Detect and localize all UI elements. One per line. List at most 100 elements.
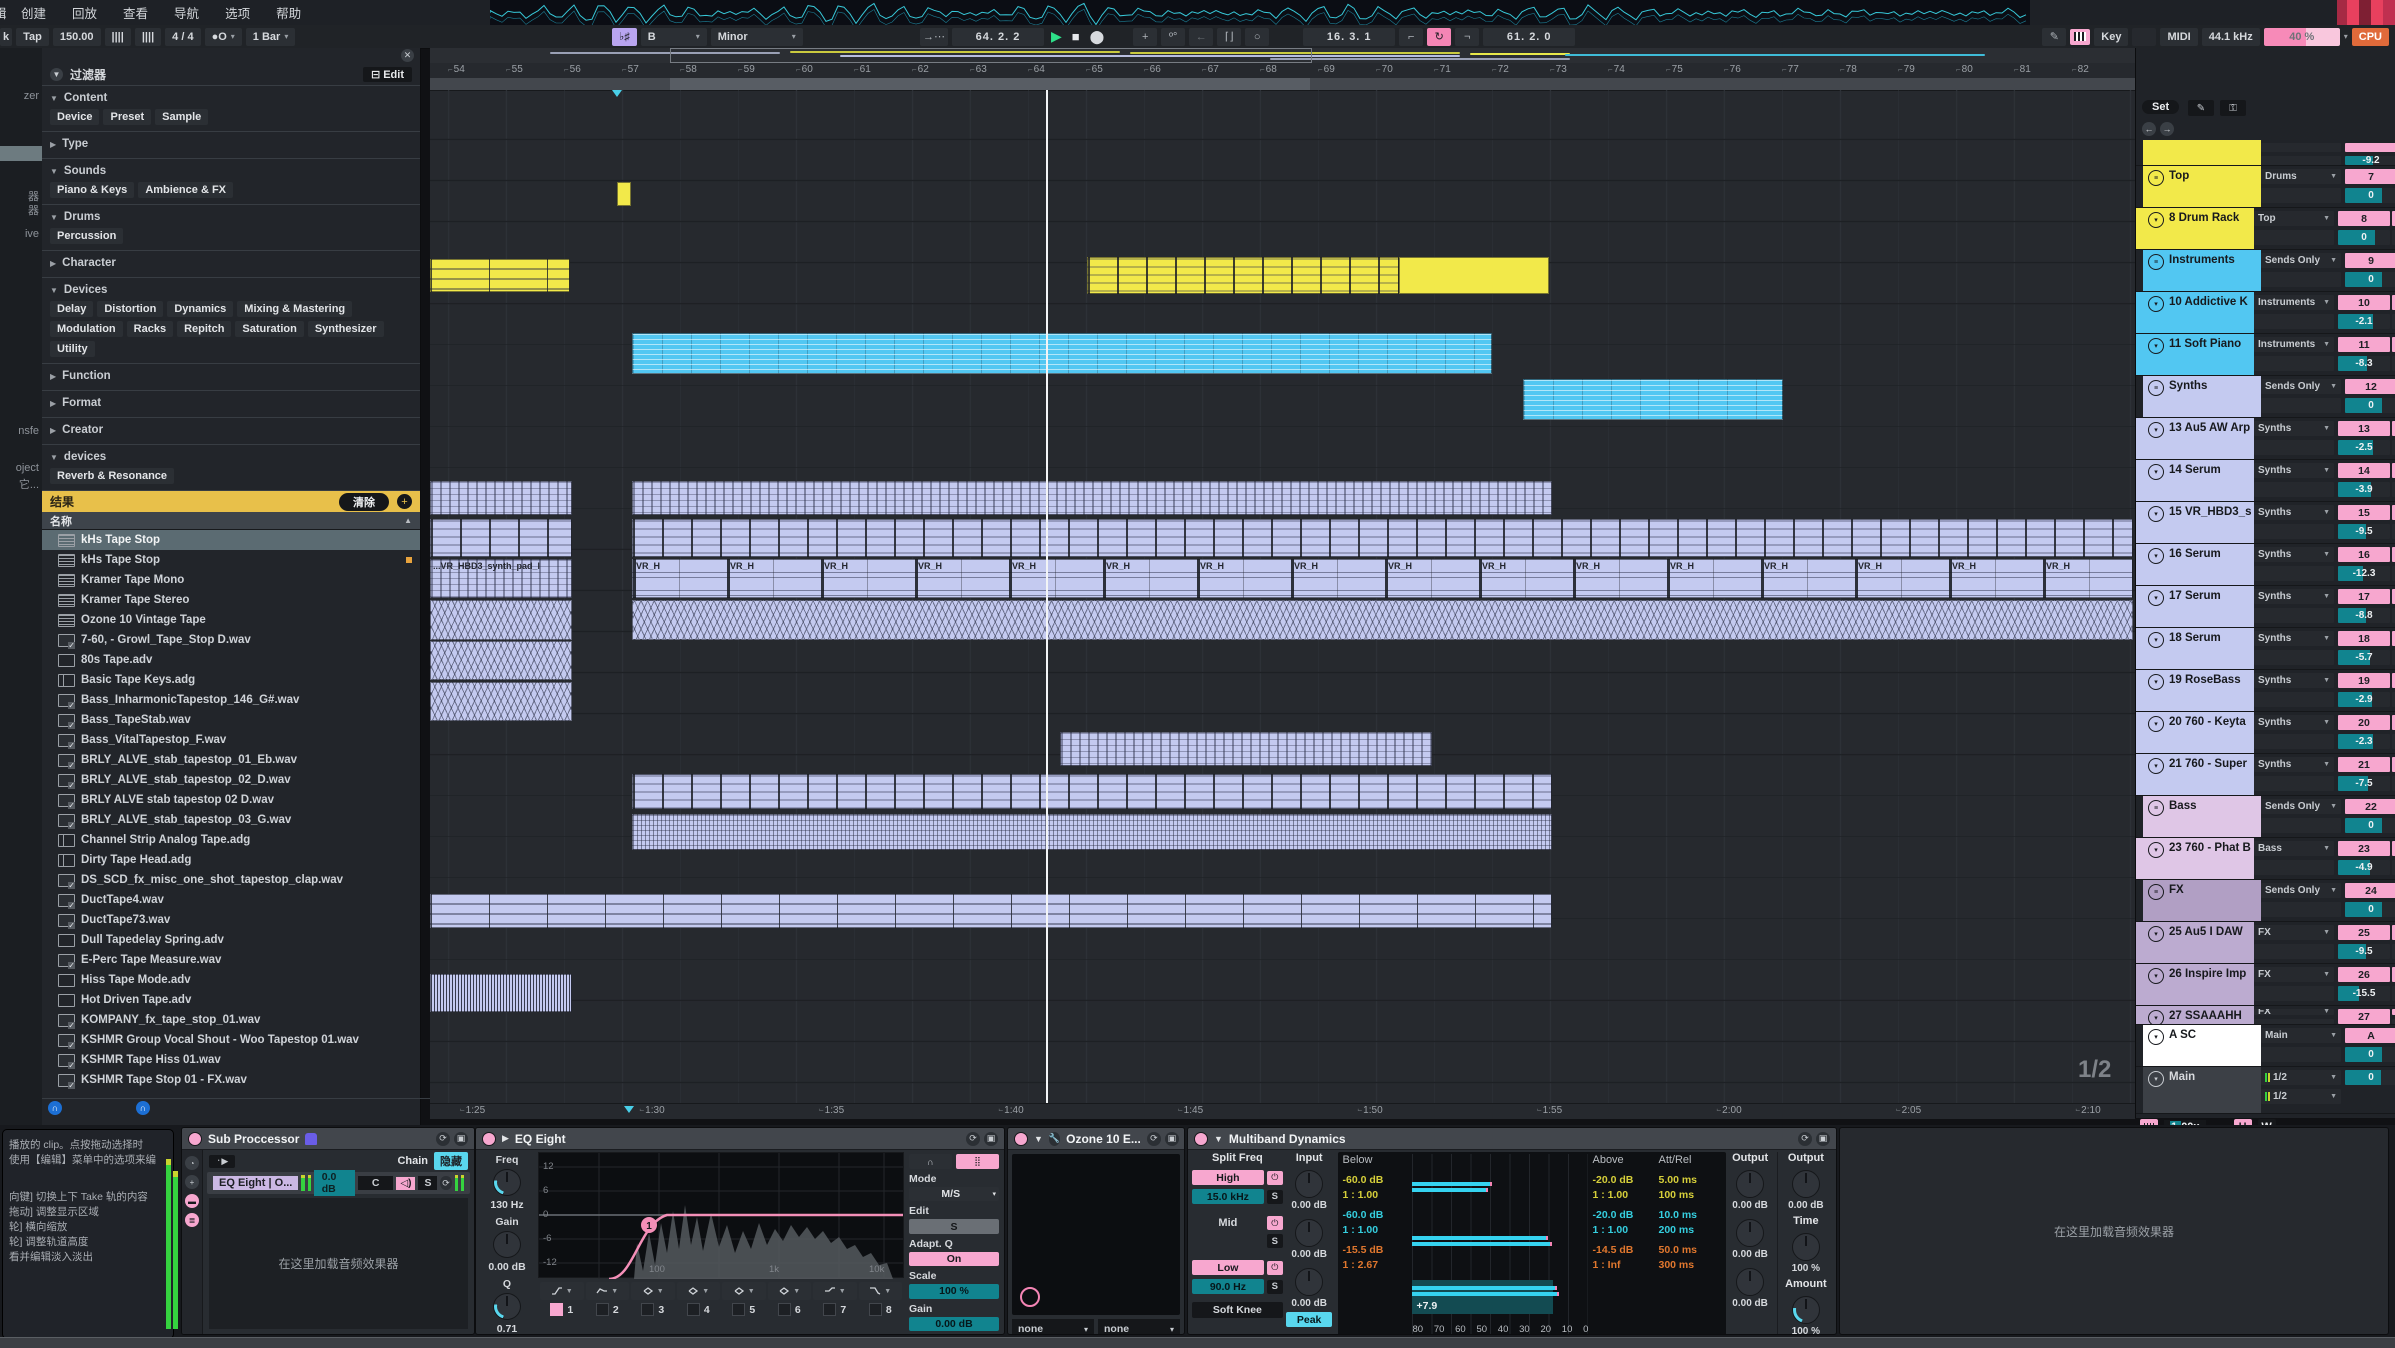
track-row-15 VR_HBD3_s[interactable]: ▾15 VR_HBD3_sSynths▼15-9.5	[2136, 502, 2395, 544]
band-activator-checkbox[interactable]	[778, 1303, 791, 1316]
overview-viewport[interactable]	[670, 48, 1312, 63]
track-number-badge[interactable]: 20	[2338, 715, 2390, 730]
output-routing-select[interactable]: FX▼	[2254, 1009, 2334, 1015]
track-row-Synths[interactable]: ≡SynthsSends Only▼120	[2136, 376, 2395, 418]
loop-start-field[interactable]: 61. 2. 0	[1483, 28, 1575, 46]
collapse-triangle-icon[interactable]: ▼	[1034, 1134, 1043, 1144]
chain-row[interactable]: EQ Eight | O... 0.0 dB C ◁) S ⟳	[207, 1172, 470, 1194]
filter-shape-select[interactable]: ▼	[586, 1282, 630, 1300]
value[interactable]: 50.0 ms	[1658, 1243, 1722, 1258]
track-number-badge[interactable]: 16	[2338, 547, 2390, 562]
track-row-25 Au5 I DAW[interactable]: ▾25 Au5 I DAWFX▼25-9.5	[2136, 922, 2395, 964]
track-row-23 760 - Phat B[interactable]: ▾23 760 - Phat BBass▼23-4.9	[2136, 838, 2395, 880]
value[interactable]: 1 : 1.00	[1592, 1188, 1658, 1203]
midi-map-button[interactable]: MIDI	[2160, 28, 2197, 46]
output-routing-select[interactable]: Synths▼	[2254, 757, 2334, 772]
filter-chip-Piano & Keys[interactable]: Piano & Keys	[50, 182, 134, 198]
sidechain-select-2[interactable]: none▾	[1098, 1319, 1180, 1335]
scale-field[interactable]: 100 %	[909, 1284, 999, 1298]
low-solo-button[interactable]: S	[1267, 1280, 1283, 1294]
key-scale-menu[interactable]: Minor▾	[711, 28, 803, 46]
value[interactable]: -60.0 dB	[1342, 1173, 1408, 1188]
track-name-cell[interactable]: ≡Bass	[2143, 796, 2261, 837]
track-name-cell[interactable]: ▾14 Serum	[2143, 460, 2254, 501]
devices-view-icon[interactable]: ≣	[185, 1213, 199, 1227]
filter-section-title[interactable]: ▶Format	[50, 395, 412, 411]
freq-knob[interactable]	[493, 1169, 521, 1196]
filter-chip-Synthesizer[interactable]: Synthesizer	[308, 321, 384, 337]
track-number-badge[interactable]: 17	[2338, 589, 2390, 604]
set-button[interactable]: Set	[2142, 100, 2179, 114]
list-item[interactable]: E-Perc Tape Measure.wav	[42, 950, 420, 970]
value[interactable]: 1 : 1.00	[1342, 1223, 1408, 1238]
key-map-button[interactable]: Key	[2094, 28, 2128, 46]
track-volume-field[interactable]: 0	[2345, 398, 2395, 413]
track-row-10 Addictive K[interactable]: ▾10 Addictive KInstruments▼10-2.1	[2136, 292, 2395, 334]
punch-out-button[interactable]: ¬	[1455, 28, 1479, 46]
track-fold-icon[interactable]: ▾	[2148, 590, 2164, 606]
device-on-led[interactable]	[188, 1132, 202, 1146]
clip[interactable]	[430, 259, 570, 292]
rack-drop-zone[interactable]: 在这里加载音频效果器	[209, 1198, 468, 1329]
list-item[interactable]: Basic Tape Keys.adg	[42, 670, 420, 690]
output-routing-select[interactable]: Synths▼	[2254, 421, 2334, 436]
low-band-button[interactable]: Low	[1192, 1260, 1264, 1275]
list-item[interactable]: BRLY_ALVE_stab_tapestop_01_Eb.wav	[42, 750, 420, 770]
stop-button[interactable]: ■	[1069, 29, 1083, 44]
value[interactable]: 300 ms	[1658, 1258, 1722, 1273]
value[interactable]: 100 ms	[1658, 1188, 1722, 1203]
output-routing-select[interactable]: Sends Only▼	[2261, 379, 2341, 394]
track-fold-icon[interactable]: ▾	[2148, 212, 2164, 228]
track-name-cell[interactable]: ▾16 Serum	[2143, 544, 2254, 585]
track-row-Main[interactable]: ▾Main1/2▼1/2▼0	[2136, 1067, 2395, 1114]
track-name-cell[interactable]: ≡FX	[2143, 880, 2261, 921]
track-volume-field[interactable]: -2.9	[2338, 692, 2390, 707]
track-row-26 Inspire Imp[interactable]: ▾26 Inspire ImpFX▼26-15.5	[2136, 964, 2395, 1006]
list-item[interactable]: BRLY_ALVE_stab_tapestop_02_D.wav	[42, 770, 420, 790]
track-volume-field[interactable]: -3.9	[2338, 482, 2390, 497]
clip[interactable]	[1523, 379, 1783, 420]
chain-hot-swap-icon[interactable]: ⟳	[440, 1176, 451, 1190]
output-routing-select[interactable]: Synths▼	[2254, 505, 2334, 520]
track-volume-field[interactable]: -15.5	[2338, 986, 2390, 1001]
hot-swap-icon[interactable]: ⟳	[436, 1132, 450, 1146]
band-activator-checkbox[interactable]	[823, 1303, 836, 1316]
filter-section-title[interactable]: ▶Character	[50, 255, 412, 271]
track-volume-field[interactable]: -8.3	[2338, 356, 2390, 371]
list-item[interactable]: KSHMR Group Vocal Shout - Woo Tapestop 0…	[42, 1030, 420, 1050]
new-button[interactable]: +	[1133, 28, 1157, 46]
track-number-badge[interactable]: 7	[2345, 169, 2395, 184]
track-number-badge[interactable]: 26	[2338, 967, 2390, 982]
rack-title-bar[interactable]: Sub Proccessor ⟳ ▣	[182, 1128, 474, 1150]
chain-pan-field[interactable]: C	[358, 1176, 394, 1190]
arrangement-grid[interactable]: ...VR_HBD3_synth_pad_lVR_HVR_HVR_HVR_HVR…	[430, 90, 2135, 1103]
track-fold-icon[interactable]: ▾	[2148, 968, 2164, 984]
eq-curve-display[interactable]: 1 1260-6-121001k10k	[538, 1152, 904, 1278]
group-fold-icon[interactable]: ≡	[2148, 380, 2164, 396]
track-number-badge[interactable]: 24	[2345, 883, 2395, 898]
output-routing-select[interactable]: FX▼	[2254, 925, 2334, 940]
value[interactable]: 200 ms	[1658, 1223, 1722, 1238]
menu-item-查看[interactable]: 查看	[123, 3, 148, 22]
track-fold-icon[interactable]: ▾	[2148, 1071, 2164, 1087]
track-row-19 RoseBass[interactable]: ▾19 RoseBassSynths▼19-2.9	[2136, 670, 2395, 712]
filter-section-title[interactable]: ▶Type	[50, 136, 412, 152]
input-knob-mid[interactable]	[1295, 1219, 1323, 1247]
output-knob-mid[interactable]	[1736, 1219, 1764, 1247]
filter-chip-Repitch[interactable]: Repitch	[177, 321, 231, 337]
track-volume-field[interactable]: -2.1	[2338, 314, 2390, 329]
tempo-field[interactable]: 150.00	[53, 28, 101, 46]
save-preset-icon[interactable]: ▣	[454, 1132, 468, 1146]
track-name-cell[interactable]: ▾8 Drum Rack	[2143, 208, 2254, 249]
track-volume-field[interactable]: 0	[2345, 902, 2395, 917]
prev-arrow-icon[interactable]: ←	[2142, 122, 2156, 136]
clip[interactable]	[632, 519, 2133, 557]
output-routing-select[interactable]: Instruments▼	[2254, 295, 2334, 310]
value[interactable]: 5.00 ms	[1658, 1173, 1722, 1188]
track-row-17 Serum[interactable]: ▾17 SerumSynths▼17-8.8	[2136, 586, 2395, 628]
group-fold-icon[interactable]: ≡	[2148, 170, 2164, 186]
quantize-menu[interactable]: 1 Bar▾	[246, 28, 296, 46]
track-name-cell[interactable]: ▾26 Inspire Imp	[2143, 964, 2254, 1005]
output-knob-low[interactable]	[1736, 1268, 1764, 1296]
output-routing-select[interactable]: Synths▼	[2254, 631, 2334, 646]
